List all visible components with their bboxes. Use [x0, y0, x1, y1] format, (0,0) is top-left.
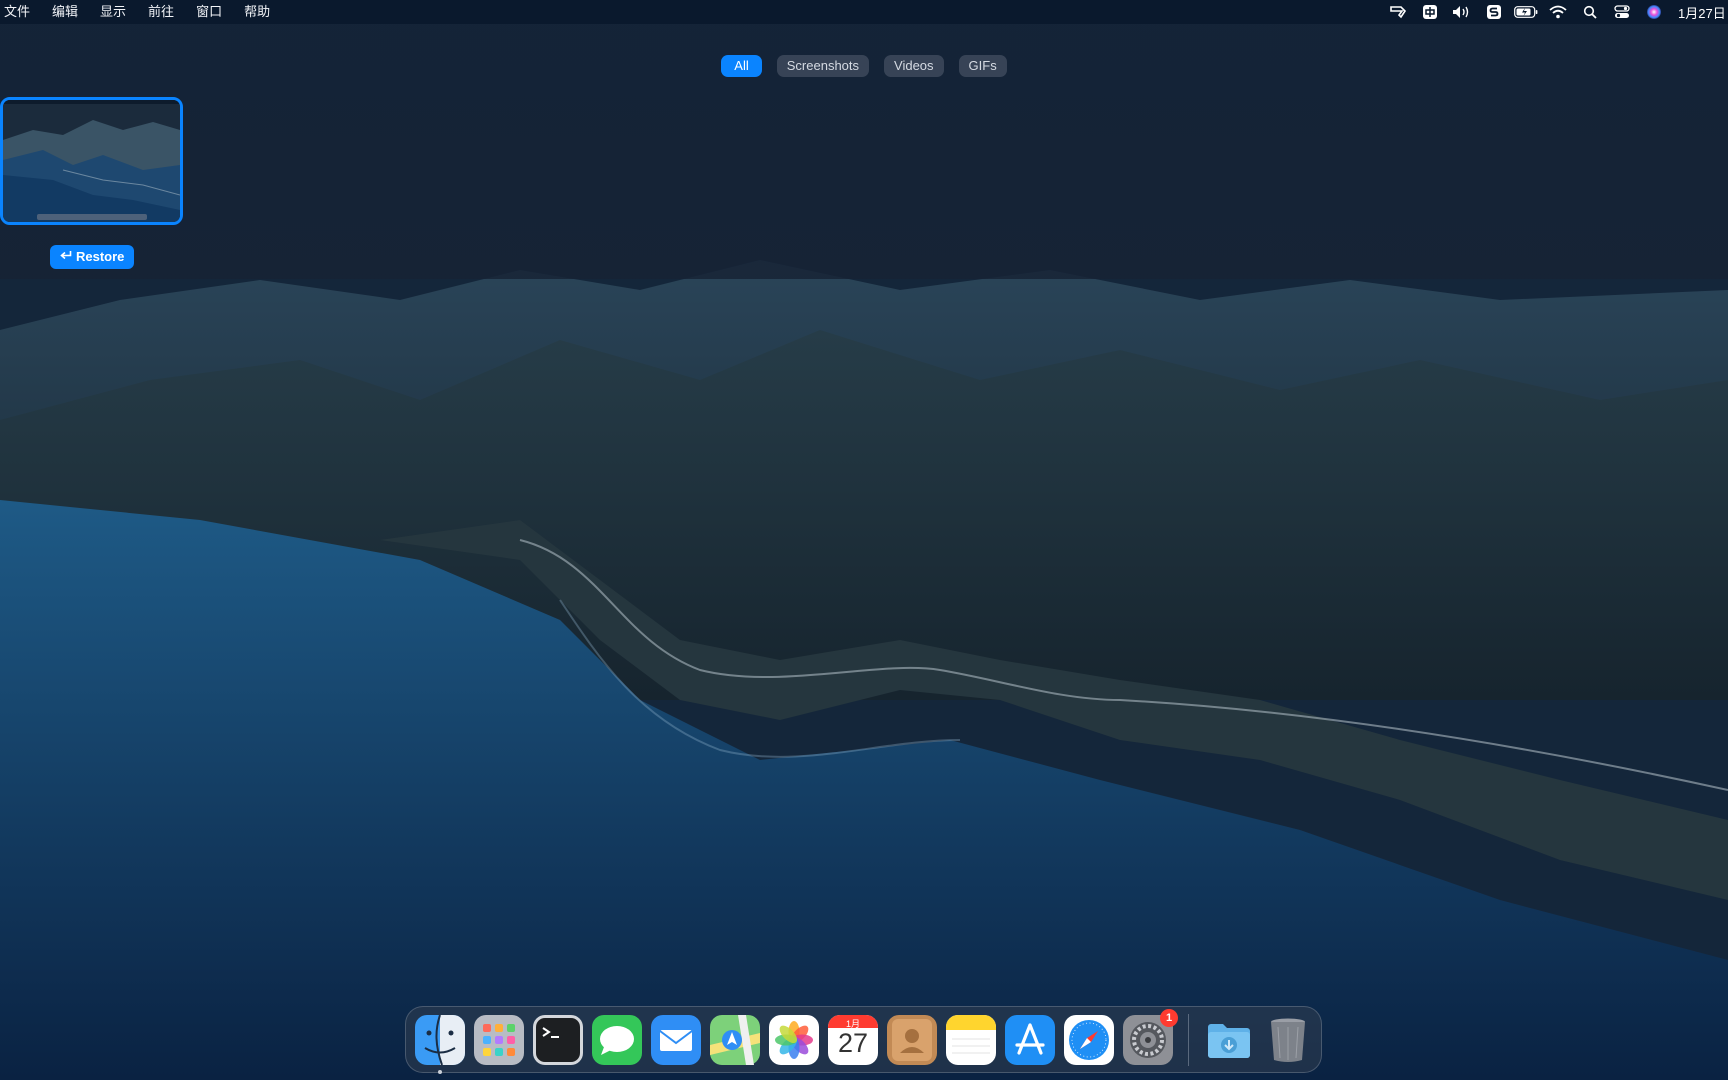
dock-messages[interactable]	[592, 1014, 642, 1065]
dock-app-store[interactable]	[1005, 1014, 1055, 1065]
menu-left: 文件 编辑 显示 前往 窗口 帮助	[0, 0, 281, 24]
app-store-icon	[1005, 1014, 1055, 1065]
dock-contacts[interactable]	[887, 1014, 937, 1065]
trash-icon	[1271, 1018, 1305, 1062]
capture-history-panel: All Screenshots Videos GIFs Restore	[0, 24, 1728, 279]
maps-icon	[710, 1014, 760, 1065]
contacts-icon	[887, 1014, 937, 1065]
tab-all[interactable]: All	[721, 55, 762, 77]
photos-icon	[769, 1014, 819, 1065]
dock-safari[interactable]	[1064, 1014, 1114, 1065]
menu-file[interactable]: 文件	[0, 0, 41, 24]
dock-system-settings[interactable]: 1	[1123, 1008, 1178, 1065]
dock: 1月 27 1	[405, 1006, 1322, 1074]
capture-thumbnail[interactable]	[0, 97, 183, 225]
desktop: 文件 编辑 显示 前往 窗口 帮助 1月27日 All Screenshots …	[0, 0, 1728, 1080]
input-method-icon[interactable]	[1414, 0, 1446, 24]
return-arrow-icon	[60, 245, 72, 269]
dock-downloads[interactable]	[1204, 1015, 1254, 1065]
menu-help[interactable]: 帮助	[233, 0, 281, 24]
tab-gifs[interactable]: GIFs	[958, 55, 1007, 77]
control-center-icon[interactable]	[1606, 0, 1638, 24]
dock-maps[interactable]	[710, 1014, 760, 1065]
restore-label: Restore	[76, 249, 125, 264]
running-indicator	[438, 1069, 442, 1074]
mail-icon	[651, 1014, 701, 1065]
app-s-icon[interactable]	[1478, 0, 1510, 24]
dock-finder[interactable]	[415, 1014, 465, 1074]
messages-icon	[592, 1014, 642, 1065]
downloads-folder-icon	[1208, 1023, 1250, 1058]
volume-icon[interactable]	[1446, 0, 1478, 24]
dock-notes[interactable]	[946, 1014, 996, 1065]
filter-tabs: All Screenshots Videos GIFs	[0, 55, 1728, 77]
menu-edit[interactable]: 编辑	[41, 0, 89, 24]
dock-separator	[1188, 1013, 1189, 1066]
dock-mail[interactable]	[651, 1014, 701, 1065]
siri-icon[interactable]	[1638, 0, 1670, 24]
safari-icon	[1064, 1014, 1114, 1065]
calendar-day: 27	[837, 1027, 869, 1058]
wifi-icon[interactable]	[1542, 0, 1574, 24]
terminal-icon	[533, 1014, 583, 1065]
status-area: 1月27日	[1382, 0, 1728, 24]
menu-go[interactable]: 前往	[137, 0, 185, 24]
tab-screenshots[interactable]: Screenshots	[776, 55, 870, 77]
notes-icon	[946, 1014, 996, 1065]
menu-window[interactable]: 窗口	[185, 0, 233, 24]
tab-videos[interactable]: Videos	[884, 55, 944, 77]
menu-view[interactable]: 显示	[89, 0, 137, 24]
dock-trash[interactable]	[1263, 1015, 1313, 1065]
dock-launchpad[interactable]	[474, 1014, 524, 1065]
notification-badge: 1	[1160, 1008, 1178, 1027]
launchpad-icon	[474, 1014, 524, 1065]
thumbnail-image	[3, 100, 180, 222]
spotlight-search-icon[interactable]	[1574, 0, 1606, 24]
dock-terminal[interactable]	[533, 1014, 583, 1065]
menu-bar: 文件 编辑 显示 前往 窗口 帮助 1月27日	[0, 0, 1728, 24]
restore-button[interactable]: Restore	[50, 245, 135, 269]
menu-clock[interactable]: 1月27日	[1670, 3, 1728, 22]
dock-photos[interactable]	[769, 1014, 819, 1065]
finder-icon	[415, 1014, 465, 1065]
battery-icon[interactable]	[1510, 0, 1542, 24]
dock-calendar[interactable]: 1月 27	[828, 1014, 878, 1065]
screenshot-tool-icon[interactable]	[1382, 0, 1414, 24]
